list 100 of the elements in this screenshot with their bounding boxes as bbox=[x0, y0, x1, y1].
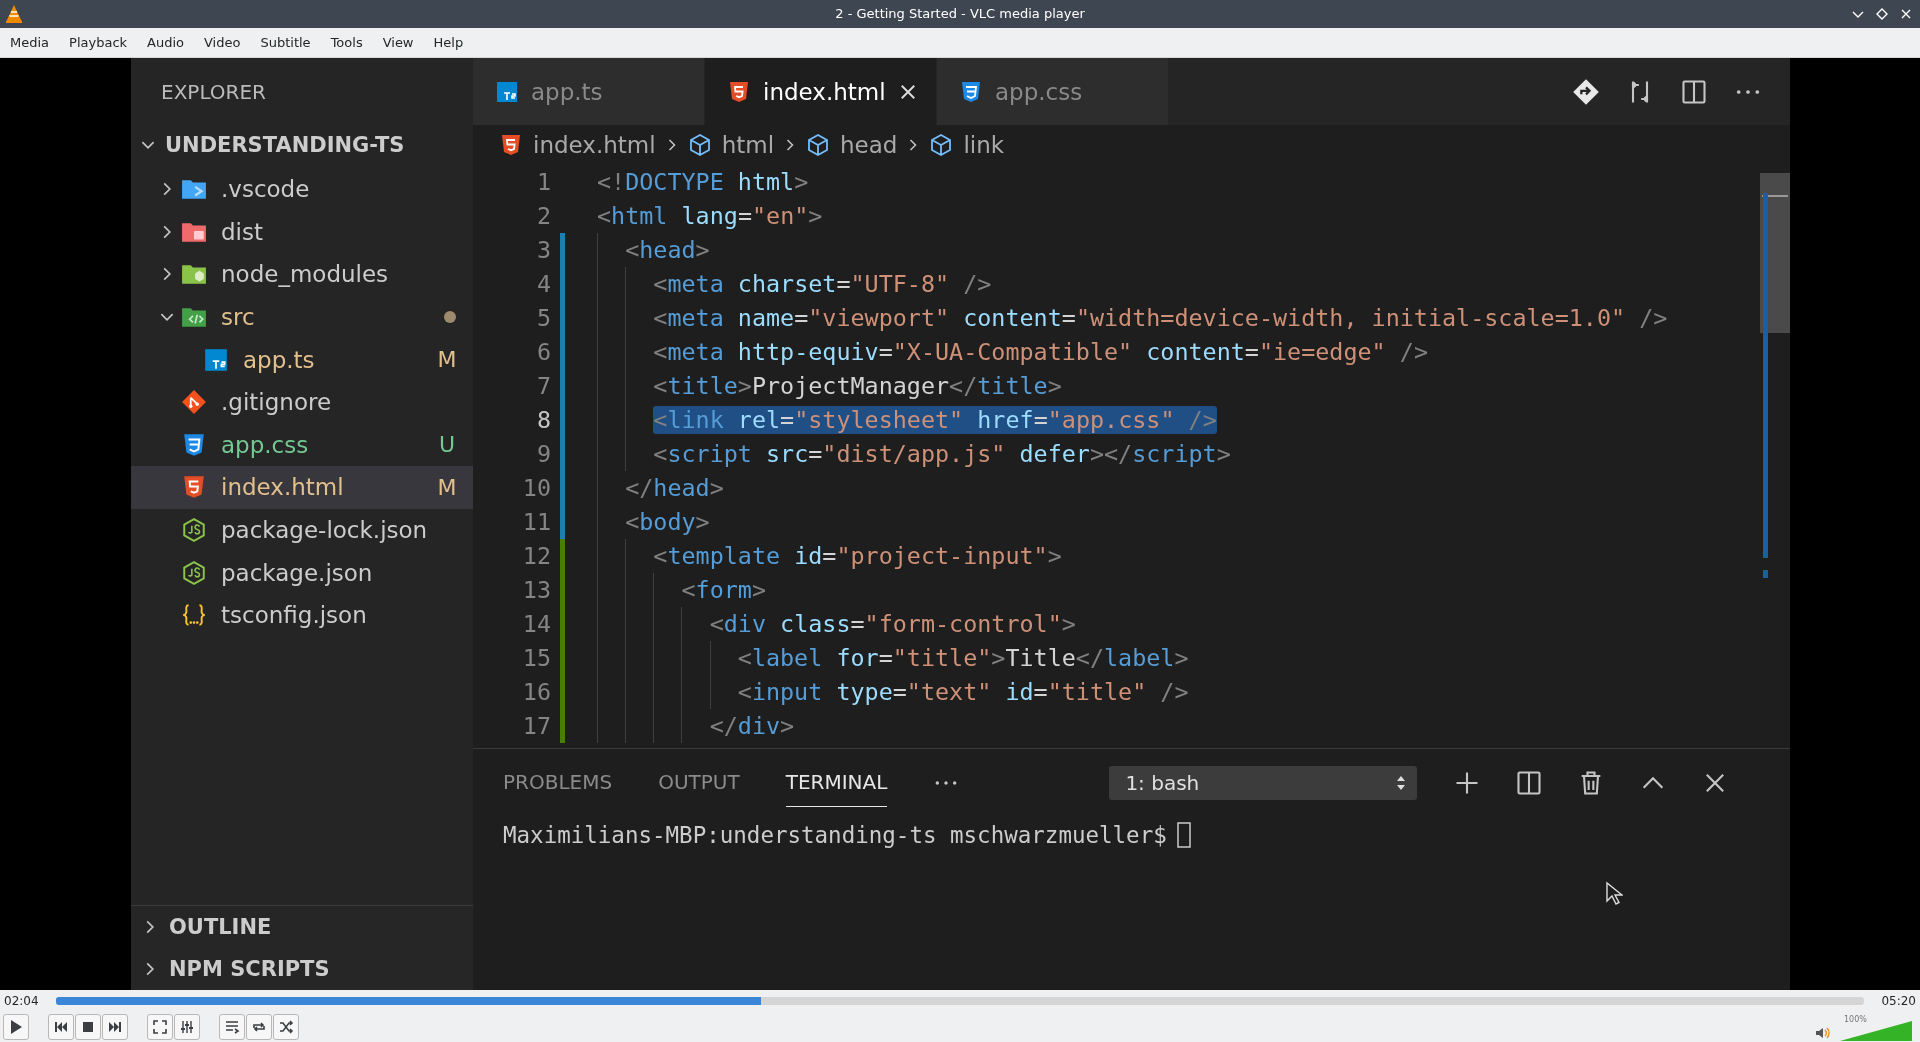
code-line: <!DOCTYPE html> bbox=[597, 167, 809, 198]
file-item[interactable]: app.ts M bbox=[131, 338, 473, 381]
menu-item[interactable]: Playback bbox=[59, 32, 138, 53]
mouse-pointer-icon bbox=[1605, 881, 1623, 905]
git-status-label: U bbox=[437, 432, 457, 458]
equalizer-icon bbox=[179, 1019, 195, 1035]
previous-icon bbox=[53, 1019, 69, 1035]
code-line: <template id="project-input"> bbox=[597, 539, 1062, 573]
maximize-icon[interactable] bbox=[1874, 6, 1890, 22]
line-number: 2 bbox=[535, 202, 551, 230]
code-line: <html lang="en"> bbox=[597, 201, 823, 232]
breadcrumb[interactable]: html bbox=[687, 132, 775, 158]
loop-button[interactable] bbox=[246, 1014, 272, 1040]
equalizer-button[interactable] bbox=[174, 1014, 200, 1040]
folder-item[interactable]: dist bbox=[131, 210, 473, 254]
file-item[interactable]: .gitignore bbox=[131, 380, 473, 424]
editor-tab[interactable]: app.ts bbox=[473, 58, 705, 125]
next-icon bbox=[107, 1019, 123, 1035]
git-status-label: M bbox=[437, 347, 457, 373]
next-button[interactable] bbox=[102, 1014, 128, 1040]
menu-item[interactable]: Subtitle bbox=[250, 32, 321, 53]
panel-tab[interactable]: TERMINAL bbox=[785, 759, 888, 807]
git-status-label: M bbox=[437, 474, 457, 500]
menu-item[interactable]: Help bbox=[423, 32, 474, 53]
window-title: 2 - Getting Started - VLC media player bbox=[835, 6, 1085, 21]
line-number: 3 bbox=[535, 236, 551, 264]
line-number: 17 bbox=[521, 712, 551, 740]
sidebar-title: EXPLORER bbox=[160, 78, 267, 106]
shuffle-button[interactable] bbox=[273, 1014, 299, 1040]
line-number: 4 bbox=[535, 270, 551, 298]
elapsed-time: 02:04 bbox=[4, 994, 40, 1008]
menu-item[interactable]: View bbox=[372, 32, 424, 53]
breadcrumb[interactable]: head bbox=[806, 132, 898, 158]
editor-tab[interactable]: index.html bbox=[705, 58, 937, 125]
file-item[interactable]: tsconfig.json bbox=[131, 593, 473, 637]
cube-icon bbox=[929, 133, 954, 157]
code-line: <title>ProjectManager</title> bbox=[597, 369, 1062, 403]
file-item[interactable]: app.css U bbox=[131, 423, 473, 467]
line-number: 1 bbox=[535, 168, 551, 196]
playlist-icon bbox=[224, 1019, 240, 1035]
file-item[interactable]: package.json bbox=[131, 551, 473, 594]
folder-item[interactable]: src bbox=[131, 295, 473, 339]
line-number: 8 bbox=[535, 406, 551, 434]
code-line: <form> bbox=[597, 573, 766, 607]
stop-icon bbox=[80, 1019, 96, 1035]
json-file-icon bbox=[181, 517, 207, 544]
speaker-icon[interactable] bbox=[1814, 1025, 1830, 1041]
menu-item[interactable]: Tools bbox=[320, 32, 373, 53]
code-line: <body> bbox=[597, 505, 710, 539]
diamond-arrow-icon[interactable] bbox=[1572, 77, 1600, 106]
previous-button[interactable] bbox=[48, 1014, 74, 1040]
typescript-file-icon bbox=[203, 346, 229, 373]
volume-reading: 100% bbox=[1844, 1015, 1867, 1024]
breadcrumb[interactable]: link bbox=[929, 132, 1005, 158]
terminal-prompt: Maximilians-MBP:understanding-ts mschwarzmueller$ bbox=[503, 822, 1167, 848]
file-item[interactable]: package-lock.json bbox=[131, 508, 473, 552]
config-file-icon bbox=[181, 602, 207, 629]
editor-tab[interactable]: app.css bbox=[937, 58, 1169, 125]
menu-item[interactable]: Audio bbox=[137, 32, 194, 53]
panel-tab[interactable]: OUTPUT bbox=[658, 759, 740, 807]
project-header[interactable]: UNDERSTANDING-TS bbox=[131, 125, 473, 165]
play-icon bbox=[8, 1019, 24, 1035]
line-number: 7 bbox=[535, 372, 551, 400]
panel-tab[interactable]: PROBLEMS bbox=[503, 759, 613, 807]
git-file-icon bbox=[181, 389, 207, 416]
line-number: 13 bbox=[521, 576, 551, 604]
playlist-button[interactable] bbox=[219, 1014, 245, 1040]
cube-icon bbox=[687, 133, 712, 157]
line-number: 16 bbox=[521, 678, 551, 706]
code-line: <meta name="viewport" content="width=device-width, initial-scale=1.0" /> bbox=[597, 301, 1668, 335]
code-line: <div class="form-control"> bbox=[597, 607, 1076, 641]
code-line: </head> bbox=[597, 471, 724, 505]
css-file-icon bbox=[181, 431, 207, 458]
fullscreen-button[interactable] bbox=[147, 1014, 173, 1040]
json-file-icon bbox=[181, 559, 207, 586]
menu-item[interactable]: Video bbox=[194, 32, 251, 53]
code-line: </div> bbox=[597, 709, 795, 743]
split-icon[interactable] bbox=[1515, 769, 1544, 797]
breadcrumb[interactable]: index.html bbox=[499, 132, 656, 158]
split-editor-icon[interactable] bbox=[1680, 77, 1708, 106]
html-file-icon bbox=[181, 474, 207, 501]
typescript-file-icon bbox=[495, 79, 519, 104]
stop-button[interactable] bbox=[75, 1014, 101, 1040]
terminal-cursor bbox=[1176, 822, 1191, 848]
menu-item[interactable]: Media bbox=[0, 32, 60, 53]
play-button[interactable] bbox=[3, 1014, 29, 1040]
section-header[interactable]: OUTLINE bbox=[131, 906, 473, 948]
folder-item[interactable]: node_modules bbox=[131, 253, 473, 296]
html-file-icon bbox=[727, 79, 751, 104]
terminal-dropdown[interactable]: 1: bash bbox=[1109, 766, 1418, 800]
code-line: <link rel="stylesheet" href="app.css" /> bbox=[597, 403, 1217, 437]
seek-bar[interactable] bbox=[56, 997, 1864, 1005]
cube-icon bbox=[806, 133, 831, 157]
fullscreen-icon bbox=[152, 1019, 168, 1035]
file-item[interactable]: index.html M bbox=[131, 466, 473, 509]
folder-item[interactable]: .vscode bbox=[131, 168, 473, 211]
css-file-icon bbox=[959, 79, 983, 104]
line-number: 11 bbox=[521, 508, 551, 536]
line-number: 14 bbox=[521, 610, 551, 638]
section-header[interactable]: NPM SCRIPTS bbox=[131, 948, 473, 990]
